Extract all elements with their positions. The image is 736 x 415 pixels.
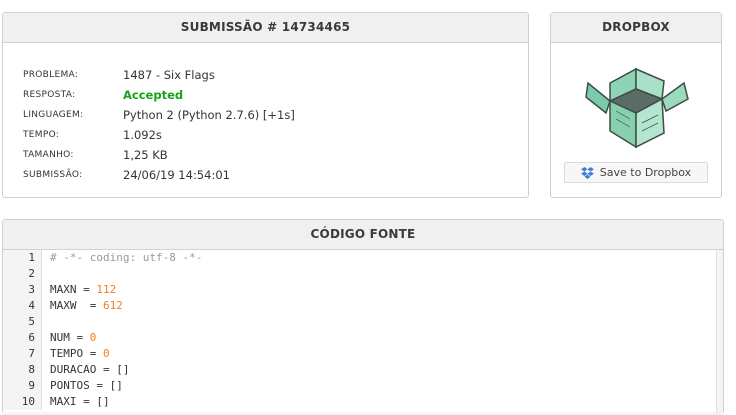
code-line: 4 MAXW = 612 [3, 298, 723, 314]
line-number: 10 [3, 394, 42, 410]
save-to-dropbox-label: Save to Dropbox [599, 166, 692, 179]
line-number: 8 [3, 362, 42, 378]
code-text: TEMPO = 0 [50, 347, 110, 360]
source-code-title: CÓDIGO FONTE [3, 220, 723, 250]
submission-date-label: SUBMISSÃO: [23, 170, 83, 180]
language-value: Python 2 (Python 2.7.6) [+1s] [123, 108, 295, 122]
submission-details: PROBLEMA: 1487 - Six Flags RESPOSTA: Acc… [3, 43, 528, 185]
source-code-panel: CÓDIGO FONTE 1 # -*- coding: utf-8 -*- 2… [2, 219, 724, 415]
language-label: LINGUAGEM: [23, 110, 84, 120]
info-row-answer: RESPOSTA: Accepted [23, 85, 528, 105]
code-line: 8 DURACAO = [] [3, 362, 723, 378]
code-line: 6 NUM = 0 [3, 330, 723, 346]
line-number: 5 [3, 314, 42, 330]
code-editor[interactable]: 1 # -*- coding: utf-8 -*- 2 3 MAXN = 112… [3, 250, 723, 415]
code-line: 9 PONTOS = [] [3, 378, 723, 394]
submission-title: SUBMISSÃO # 14734465 [3, 13, 528, 43]
info-row-language: LINGUAGEM: Python 2 (Python 2.7.6) [+1s] [23, 105, 528, 125]
code-text: MAXN = 112 [50, 283, 117, 296]
code-line: 7 TEMPO = 0 [3, 346, 723, 362]
code-line: 1 # -*- coding: utf-8 -*- [3, 250, 723, 266]
size-label: TAMANHO: [23, 150, 74, 160]
code-text: MAXW = 612 [50, 299, 123, 312]
code-line: 2 [3, 266, 723, 282]
code-line: 3 MAXN = 112 [3, 282, 723, 298]
info-row-submission-date: SUBMISSÃO: 24/06/19 14:54:01 [23, 165, 528, 185]
dropbox-panel: DROPBOX Save to Dropbox [550, 12, 722, 198]
problem-label: PROBLEMA: [23, 70, 79, 80]
status-badge: Accepted [123, 88, 184, 102]
open-box-illustration [585, 67, 689, 149]
line-number: 4 [3, 298, 42, 314]
code-text: DURACAO = [] [50, 363, 130, 376]
line-number: 2 [3, 266, 42, 282]
answer-label: RESPOSTA: [23, 90, 76, 100]
line-number: 1 [3, 250, 42, 266]
info-row-size: TAMANHO: 1,25 KB [23, 145, 528, 165]
submission-panel: SUBMISSÃO # 14734465 PROBLEMA: 1487 - Si… [2, 12, 529, 198]
line-number: 6 [3, 330, 42, 346]
vertical-scrollbar[interactable] [716, 250, 723, 415]
dropbox-icon [580, 166, 594, 179]
code-text: MAXI = [] [50, 395, 110, 408]
line-number: 7 [3, 346, 42, 362]
code-line: 5 [3, 314, 723, 330]
problem-value[interactable]: 1487 - Six Flags [123, 68, 215, 82]
code-text: PONTOS = [] [50, 379, 123, 392]
dropbox-title: DROPBOX [551, 13, 721, 43]
bottom-shadow [3, 411, 723, 415]
code-line: 10 MAXI = [] [3, 394, 723, 410]
code-text: # -*- coding: utf-8 -*- [50, 251, 203, 264]
time-value: 1.092s [123, 128, 162, 142]
save-to-dropbox-button[interactable]: Save to Dropbox [564, 162, 708, 183]
size-value: 1,25 KB [123, 148, 168, 162]
time-label: TEMPO: [23, 130, 60, 140]
info-row-time: TEMPO: 1.092s [23, 125, 528, 145]
submission-date-value: 24/06/19 14:54:01 [123, 168, 230, 182]
line-number: 3 [3, 282, 42, 298]
code-text: NUM = 0 [50, 331, 97, 344]
line-number: 9 [3, 378, 42, 394]
info-row-problem: PROBLEMA: 1487 - Six Flags [23, 65, 528, 85]
